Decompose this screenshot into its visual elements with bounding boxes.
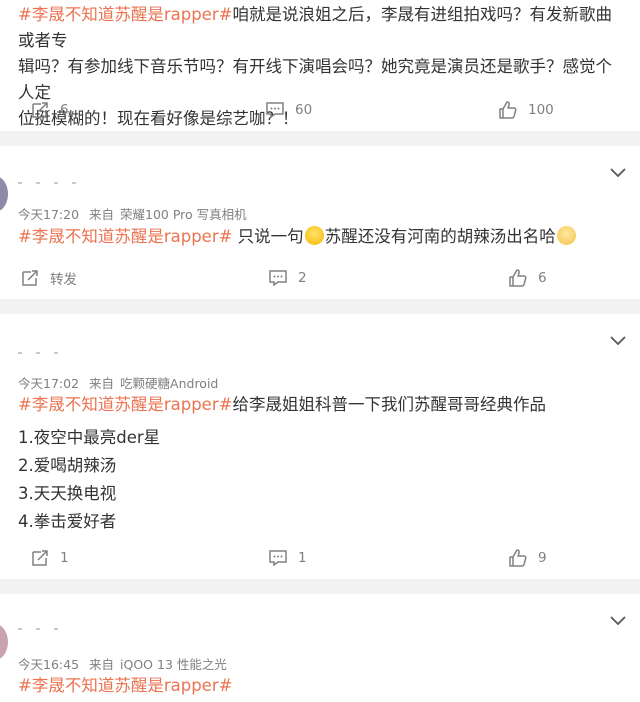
comment-hashtag[interactable]: #李晟不知道苏醒是rapper#	[18, 395, 232, 414]
repost-label: 转发	[50, 272, 77, 288]
comment-card: 今天17:20 来自 荣耀100 Pro 写真相机 #李晟不知道苏醒是rapper…	[0, 146, 640, 299]
comment-from: 来自	[89, 376, 115, 391]
comment-meta: 今天16:45 来自 iQOO 13 性能之光	[18, 654, 233, 673]
like-icon	[509, 549, 527, 567]
comment-icon	[266, 102, 284, 119]
comment-count: 2	[298, 270, 307, 286]
comment-icon	[269, 550, 287, 567]
comment-from: 来自	[89, 657, 115, 672]
list-item: 3.天天换电视	[18, 484, 117, 503]
comment-button[interactable]: 2	[268, 266, 307, 290]
post-hashtag[interactable]: #李晟不知道苏醒是rapper#	[18, 5, 232, 24]
comment-button[interactable]: 1	[268, 546, 307, 570]
chevron-down-icon[interactable]	[610, 336, 626, 346]
list-item: 2.爱喝胡辣汤	[18, 456, 117, 475]
like-icon	[509, 269, 527, 287]
list-item: 4.拳击爱好者	[18, 512, 117, 531]
chevron-down-icon[interactable]	[610, 616, 626, 626]
like-button[interactable]: 9	[508, 546, 547, 570]
like-icon	[499, 101, 517, 119]
shy-laugh-emoji-icon	[556, 226, 576, 245]
like-button[interactable]: 100	[498, 98, 554, 122]
comment-text-b: 苏醒还没有河南的胡辣汤出名哈	[324, 227, 556, 246]
comment-text-a: 只说一句	[232, 227, 304, 246]
repost-icon	[32, 102, 48, 118]
repost-icon	[32, 550, 48, 566]
comment-meta: 今天17:20 来自 荣耀100 Pro 写真相机	[18, 204, 253, 223]
comment-actions: 1 1 9	[0, 546, 640, 570]
avatar[interactable]	[0, 176, 8, 212]
comment-from: 来自	[89, 207, 115, 222]
comment-card: 今天17:02 来自 吃颗硬糖Android #李晟不知道苏醒是rapper#给李…	[0, 314, 640, 579]
comment-text-body: 给李晟姐姐科普一下我们苏醒哥哥经典作品	[232, 395, 546, 414]
comment-text: #李晟不知道苏醒是rapper#给李晟姐姐科普一下我们苏醒哥哥经典作品	[18, 392, 628, 418]
post-actions: 6 60 100	[0, 98, 640, 122]
comment-text: #李晟不知道苏醒是rapper#	[18, 673, 628, 699]
username[interactable]	[18, 352, 138, 356]
repost-count: 6	[60, 102, 69, 118]
smile-emoji-icon	[304, 226, 324, 245]
comment-count: 60	[295, 102, 313, 118]
username[interactable]	[18, 628, 138, 632]
post-card: #李晟不知道苏醒是rapper#咱就是说浪姐之后，李晟有进组拍戏吗？有发新歌曲或…	[0, 0, 640, 131]
comment-hashtag[interactable]: #李晟不知道苏醒是rapper#	[18, 676, 232, 695]
post-body-line2: 辑吗？有参加线下音乐节吗？有开线下演唱会吗？她究竟是演员还是歌手？感觉个人定	[18, 57, 612, 102]
like-count: 100	[528, 102, 554, 118]
comment-device: 荣耀100 Pro 写真相机	[120, 207, 247, 222]
repost-button[interactable]: 转发	[20, 266, 77, 290]
comment-meta: 今天17:02 来自 吃颗硬糖Android	[18, 373, 224, 392]
comment-actions: 转发 2 6	[0, 266, 640, 290]
username[interactable]	[18, 182, 138, 186]
comment-icon	[269, 270, 287, 287]
comment-device: iQOO 13 性能之光	[120, 657, 227, 672]
repost-button[interactable]: 6	[30, 98, 69, 122]
chevron-down-icon[interactable]	[610, 168, 626, 178]
comment-button[interactable]: 60	[265, 98, 312, 122]
comment-card: 今天16:45 来自 iQOO 13 性能之光 #李晟不知道苏醒是rapper#	[0, 594, 640, 702]
repost-button[interactable]: 1	[30, 546, 69, 570]
list-item: 1.夜空中最亮der星	[18, 428, 161, 447]
repost-count: 1	[60, 550, 69, 566]
repost-icon	[22, 270, 38, 286]
comment-time: 今天17:20	[18, 207, 80, 222]
comment-hashtag[interactable]: #李晟不知道苏醒是rapper#	[18, 227, 232, 246]
comment-text: #李晟不知道苏醒是rapper# 只说一句 苏醒还没有河南的胡辣汤出名哈	[18, 224, 628, 250]
like-button[interactable]: 6	[508, 266, 547, 290]
like-count: 6	[538, 270, 547, 286]
comment-device: 吃颗硬糖Android	[120, 376, 219, 391]
comment-count: 1	[298, 550, 307, 566]
avatar[interactable]	[0, 624, 8, 660]
like-count: 9	[538, 550, 547, 566]
comment-time: 今天17:02	[18, 376, 80, 391]
comment-time: 今天16:45	[18, 657, 80, 672]
